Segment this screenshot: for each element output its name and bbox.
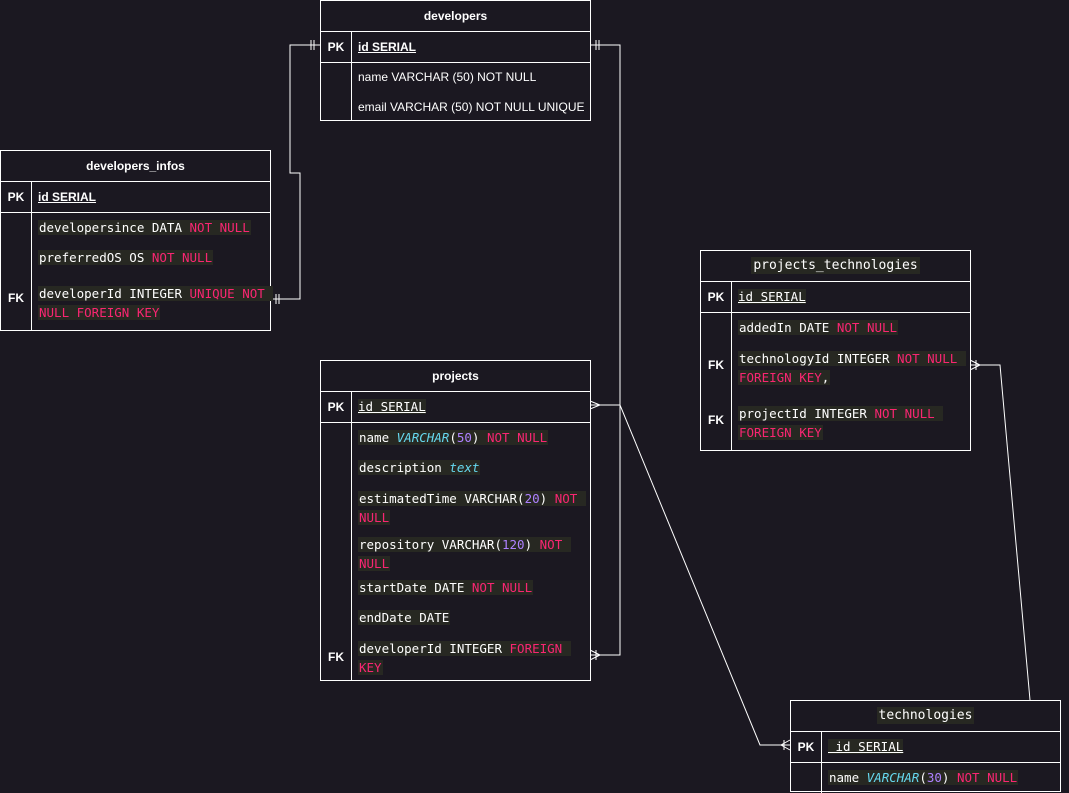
pk-label: PK [707,290,725,304]
pk-field: id SERIAL [358,40,417,54]
field-projectid: projectId INTEGER NOT NULL FOREIGN KEY [738,406,944,440]
field-email: email VARCHAR (50) NOT NULL UNIQUE [358,100,585,114]
field-technologyid: technologyId INTEGER NOT NULL FOREIGN KE… [738,351,966,385]
table-projects-technologies: projects_technologies PK id SERIAL FK FK… [700,250,971,451]
pk-field: id SERIAL [38,190,97,204]
fields-section: FK developersince DATA NOT NULL preferre… [1,213,274,331]
primary-key-row: PK id SERIAL [321,32,590,63]
field-name: name VARCHAR (50) NOT NULL [358,70,537,84]
table-title: projects_technologies [701,251,970,282]
field-repository: repository VARCHAR(120) NOT NULL [358,537,571,571]
field-developerid: developerId INTEGER UNIQUE NOT NULL FORE… [38,286,274,320]
fields-section: FK name VARCHAR(50) NOT NULL description… [321,423,590,681]
field-description: description text [358,460,481,475]
field-startdate: startDate DATE NOT NULL [358,580,534,595]
fk-label: FK [708,413,724,427]
primary-key-row: PK id SERIAL [321,392,590,423]
table-projects: projects PK id SERIAL FK name VARCHAR(50… [320,360,591,681]
pk-field: id SERIAL [738,289,806,304]
fk-label: FK [328,650,344,664]
table-technologies: technologies PK id SERIAL name VARCHAR(3… [790,700,1061,793]
pk-label: PK [327,40,345,54]
table-developers-infos: developers_infos PK id SERIAL FK develop… [0,150,274,331]
rel-developers-developers-infos [270,44,320,300]
field-developerid: developerId INTEGER FOREIGN KEY [358,641,571,675]
table-title: developers [321,1,590,32]
table-title: projects [321,361,590,392]
fk-label: FK [8,291,24,305]
field-enddate: endDate DATE [358,610,451,625]
rel-technologies-projects-technologies [970,364,1031,701]
field-name: name VARCHAR(30) NOT NULL [828,770,1019,785]
field-preferredos: preferredOS OS NOT NULL [38,250,214,265]
pk-label: PK [327,400,345,414]
field-name: name VARCHAR(50) NOT NULL [358,430,549,445]
field-addedin: addedIn DATE NOT NULL [738,320,899,335]
primary-key-row: PK id SERIAL [701,282,970,313]
pk-label: PK [7,190,25,204]
fields-section: name VARCHAR (50) NOT NULL email VARCHAR… [321,63,590,121]
pk-label: PK [797,740,815,754]
primary-key-row: PK id SERIAL [1,182,270,213]
table-title: technologies [791,701,1060,732]
rel-developers-projects [590,44,621,656]
fields-section: name VARCHAR(30) NOT NULL [791,763,1060,793]
primary-key-row: PK id SERIAL [791,732,1060,763]
pk-field: id SERIAL [358,399,426,414]
field-developersince: developersince DATA NOT NULL [38,220,251,235]
field-estimatedtime: estimatedTime VARCHAR(20) NOT NULL [358,491,586,525]
fk-label: FK [708,358,724,372]
fields-section: FK FK addedIn DATE NOT NULL technologyId… [701,313,970,451]
table-developers: developers PK id SERIAL name VARCHAR (50… [320,0,591,121]
table-title: developers_infos [1,151,270,182]
pk-field: id SERIAL [828,739,904,754]
